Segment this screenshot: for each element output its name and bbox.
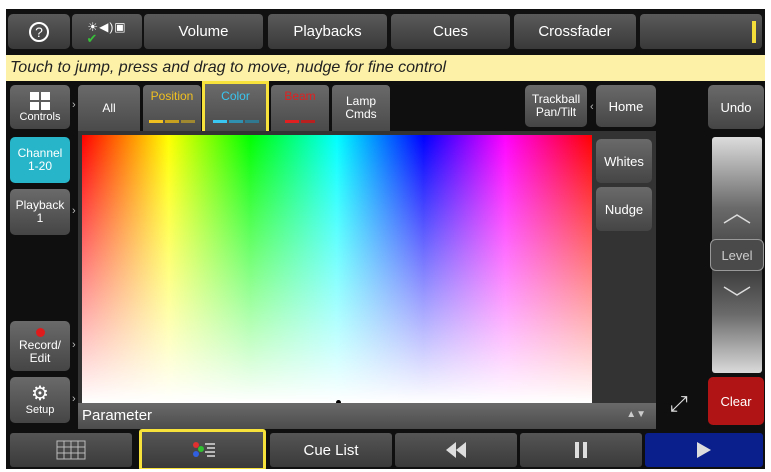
hint-bar: Touch to jump, press and drag to move, n… — [6, 55, 765, 81]
record-label: Record/ — [18, 337, 62, 352]
setup-button[interactable]: ⚙ Setup — [10, 377, 70, 423]
tab-all-label: All — [102, 100, 116, 115]
help-button[interactable]: ? — [8, 14, 70, 49]
record-edit-button[interactable]: Record/ Edit — [10, 321, 70, 371]
tab-color[interactable]: Color — [202, 81, 269, 134]
level-handle[interactable]: Level — [710, 239, 764, 271]
grid-icon — [30, 91, 50, 110]
rewind-button[interactable] — [395, 433, 517, 467]
clear-label: Clear — [720, 393, 752, 409]
tab-cues[interactable]: Cues — [391, 14, 510, 49]
chevron-right-icon: › — [72, 205, 76, 217]
tab-volume[interactable]: Volume — [144, 14, 263, 49]
tab-beam-label: Beam — [284, 89, 316, 103]
controls-label: Controls — [19, 110, 61, 123]
pause-button[interactable] — [520, 433, 642, 467]
undo-button[interactable]: Undo — [708, 85, 764, 129]
playback-number: 1 — [36, 211, 44, 225]
chevron-right-icon: › — [72, 339, 76, 351]
zoom-fit-icon[interactable]: ⤢ — [670, 391, 688, 417]
color-indicator — [212, 113, 260, 126]
home-button[interactable]: Home — [596, 85, 656, 127]
level-fader[interactable]: Level — [710, 137, 764, 373]
tab-crossfader[interactable]: Crossfader — [514, 14, 636, 49]
sort-arrows-icon: ▲▼ — [626, 409, 646, 420]
playback-button[interactable]: Playback 1 — [10, 189, 70, 235]
top-bar: ? ☀◀)▣ ✔ Volume Playbacks Cues Crossfade… — [6, 9, 765, 55]
edit-label: Edit — [29, 350, 51, 365]
undo-label: Undo — [720, 99, 752, 115]
chevron-left-icon: ‹ — [590, 101, 594, 113]
level-label: Level — [721, 247, 753, 263]
ok-check-icon: ✔ — [86, 30, 98, 46]
gear-icon: ⚙ — [31, 382, 49, 405]
play-icon — [697, 442, 711, 458]
color-palette-icon — [192, 442, 215, 457]
cue-list-button[interactable]: Cue List — [270, 433, 392, 467]
fixture-grid-icon — [56, 440, 86, 460]
pan-tilt-label: Pan/Tilt — [535, 105, 577, 119]
setup-label: Setup — [25, 403, 55, 416]
trackball-pan-tilt-button[interactable]: Trackball Pan/Tilt — [525, 85, 587, 127]
app-window: ? ☀◀)▣ ✔ Volume Playbacks Cues Crossfade… — [6, 9, 765, 469]
whites-label: Whites — [604, 153, 644, 169]
color-picker-area[interactable] — [82, 135, 592, 405]
tab-beam[interactable]: Beam — [271, 85, 329, 131]
cue-list-label: Cue List — [303, 441, 359, 459]
parameter-label: Parameter — [82, 407, 153, 424]
chevron-right-icon: › — [72, 99, 76, 111]
color-palette-button[interactable] — [139, 429, 266, 469]
controls-button[interactable]: Controls — [10, 85, 70, 129]
home-label: Home — [608, 98, 644, 114]
tab-lamp-cmds[interactable]: Lamp Cmds — [332, 85, 390, 131]
tab-position-label: Position — [150, 89, 194, 103]
record-dot-icon — [35, 327, 45, 337]
clear-button[interactable]: Clear — [708, 377, 764, 425]
output-status-button[interactable]: ☀◀)▣ ✔ — [72, 14, 142, 49]
nudge-label: Nudge — [604, 201, 644, 217]
parameter-bar[interactable]: Parameter ▲▼ — [78, 403, 656, 429]
channel-button[interactable]: Channel 1-20 — [10, 137, 70, 183]
status-indicator — [752, 21, 756, 43]
nudge-button[interactable]: Nudge — [596, 187, 652, 231]
tab-color-label: Color — [221, 88, 250, 103]
position-indicator — [148, 113, 196, 126]
cmds-label: Cmds — [345, 107, 377, 121]
beam-indicator — [284, 113, 316, 126]
fixture-grid-button[interactable] — [10, 433, 132, 467]
rewind-icon — [446, 442, 466, 458]
whites-button[interactable]: Whites — [596, 139, 652, 183]
pause-icon — [575, 442, 587, 458]
channel-range: 1-20 — [27, 159, 53, 173]
tab-all[interactable]: All — [78, 85, 140, 131]
chevron-right-icon: › — [72, 393, 76, 405]
help-icon: ? — [29, 21, 49, 42]
play-button[interactable] — [645, 433, 763, 467]
tab-position[interactable]: Position — [143, 85, 201, 131]
tab-playbacks[interactable]: Playbacks — [268, 14, 387, 49]
tab-empty[interactable] — [640, 14, 762, 49]
